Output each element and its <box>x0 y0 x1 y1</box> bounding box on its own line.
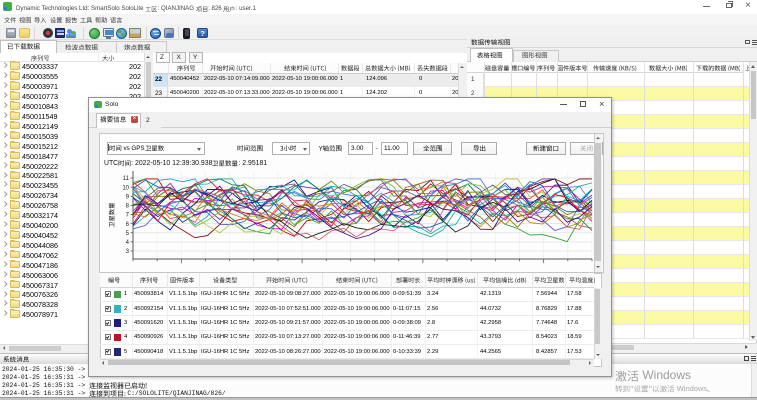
svg-text:3: 3 <box>126 249 130 255</box>
svg-text:8: 8 <box>126 204 130 210</box>
svg-text:10: 10 <box>122 185 129 191</box>
svg-text:11: 11 <box>123 176 130 182</box>
svg-text:5: 5 <box>126 231 130 237</box>
svg-text:9: 9 <box>126 194 130 200</box>
svg-text:7: 7 <box>126 213 130 219</box>
svg-text:4: 4 <box>126 240 130 246</box>
svg-text:6: 6 <box>126 222 130 228</box>
